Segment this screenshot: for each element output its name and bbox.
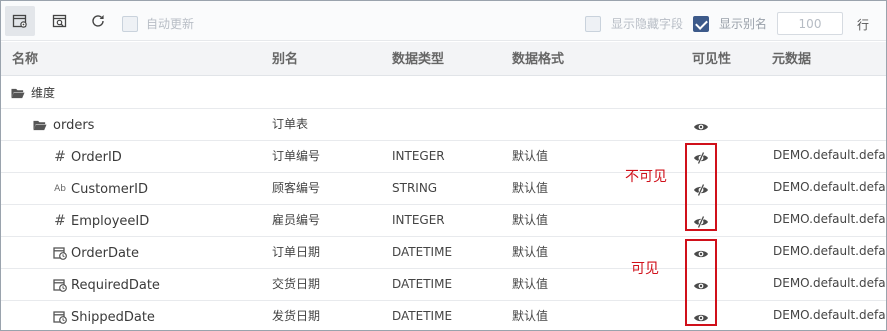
dimension-group-row[interactable]: 维度 [1,77,886,109]
field-data-format: 默认值 [512,149,549,163]
show-hidden-fields-checkbox[interactable] [585,16,601,32]
dataset-field-panel: 自动更新 显示隐藏字段 显示别名 行 名称 别名 数据类型 数据格式 可见性 元… [0,0,887,331]
table-folder-row[interactable]: orders 订单表 [1,109,886,141]
field-alias: 订单日期 [272,245,321,259]
field-name: EmployeeID [71,214,150,229]
field-data-type: STRING [392,181,438,195]
field-row[interactable]: # EmployeeID 雇员编号 INTEGER 默认值 DEMO.default.de… [1,205,887,237]
header-alias[interactable]: 别名 [272,53,298,67]
field-data-type: INTEGER [392,213,445,227]
hash-icon: # [54,213,66,229]
field-alias: 雇员编号 [272,213,321,227]
field-metadata: DEMO.default.defau [773,212,887,226]
field-data-format: 默认值 [512,309,549,323]
table-settings-icon [12,14,27,28]
field-data-format: 默认值 [512,213,549,227]
header-metadata[interactable]: 元数据 [772,53,811,67]
table-header: 名称 别名 数据类型 数据格式 可见性 元数据 [1,42,886,76]
auto-update-checkbox[interactable] [122,16,138,32]
table-view-button[interactable] [5,6,35,36]
eye-icon[interactable] [693,121,709,133]
table-folder-name: orders [53,118,95,133]
field-name: OrderDate [71,246,140,261]
field-metadata: DEMO.default.defau [773,180,887,194]
field-row[interactable]: # OrderID 订单编号 INTEGER 默认值 DEMO.default.defau [1,141,887,173]
table-folder-alias: 订单表 [272,117,309,131]
dimension-group-label: 维度 [31,86,56,100]
row-unit-label: 行 [857,18,870,32]
auto-update-label: 自动更新 [146,17,195,31]
field-alias: 发货日期 [272,309,321,323]
preview-icon [52,14,67,28]
field-alias: 顾客编号 [272,181,321,195]
preview-data-button[interactable] [45,6,75,36]
text-ab-icon: Ab [54,184,66,194]
refresh-button[interactable] [83,6,113,36]
header-data-type[interactable]: 数据类型 [392,53,444,67]
header-visibility[interactable]: 可见性 [692,53,731,67]
field-row[interactable]: Ab CustomerID 顾客编号 STRING 默认值 DEMO.default.de… [1,173,887,205]
field-name: OrderID [71,150,122,165]
calendar-clock-icon [53,246,67,260]
refresh-icon [92,15,104,27]
field-data-format: 默认值 [512,181,549,195]
field-row[interactable]: ShippedDate 发货日期 DATETIME 默认值 DEMO.default.d… [1,301,887,330]
calendar-clock-icon [53,310,67,324]
header-name[interactable]: 名称 [12,53,38,67]
field-metadata: DEMO.default.defau [773,276,887,290]
field-name: ShippedDate [71,310,155,325]
field-data-type: DATETIME [392,245,453,259]
field-data-type: DATETIME [392,277,453,291]
field-data-format: 默认值 [512,245,549,259]
field-row[interactable]: RequiredDate 交货日期 DATETIME 默认值 DEMO.default.… [1,269,887,301]
field-data-type: DATETIME [392,309,453,323]
field-data-type: INTEGER [392,149,445,163]
show-hidden-fields-label: 显示隐藏字段 [611,17,684,31]
field-name: RequiredDate [71,278,160,293]
visible-fields-highlight [685,239,717,326]
field-metadata: DEMO.default.defau [773,244,887,258]
field-data-format: 默认值 [512,277,549,291]
field-alias: 交货日期 [272,277,321,291]
visible-annotation-label: 可见 [631,261,659,277]
field-alias: 订单编号 [272,149,321,163]
show-alias-label: 显示别名 [719,17,768,31]
header-data-format[interactable]: 数据格式 [512,53,564,67]
field-metadata: DEMO.default.defau [773,308,887,322]
folder-open-icon [11,86,25,100]
show-alias-checkbox[interactable] [693,16,709,32]
field-name: CustomerID [71,182,148,197]
folder-open-icon [33,118,47,132]
invisible-fields-highlight [685,143,717,231]
hash-icon: # [54,149,66,165]
field-metadata: DEMO.default.defau [773,148,887,162]
invisible-annotation-label: 不可见 [625,169,667,185]
calendar-clock-icon [53,278,67,292]
toolbar: 自动更新 显示隐藏字段 显示别名 行 [1,1,886,41]
field-row[interactable]: OrderDate 订单日期 DATETIME 默认值 DEMO.default.def… [1,237,887,269]
row-count-input[interactable] [777,12,843,35]
